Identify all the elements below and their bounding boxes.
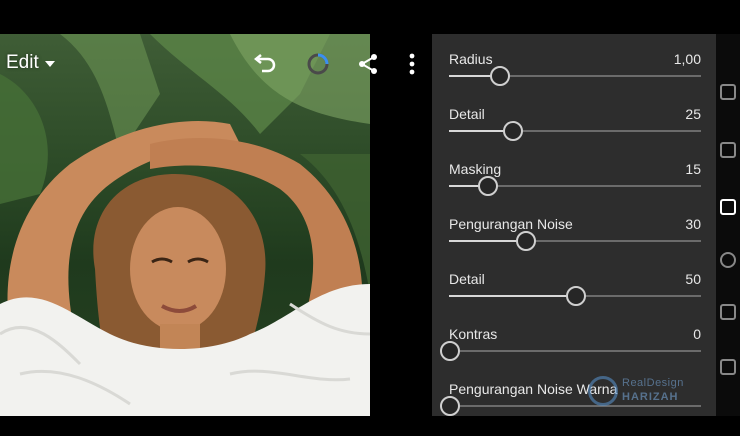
geometry-icon[interactable]	[720, 359, 736, 375]
slider-label: Kontras	[449, 326, 498, 342]
slider-label: Radius	[449, 51, 493, 67]
slider-thumb[interactable]	[516, 231, 536, 251]
slider-label: Detail	[449, 106, 485, 122]
watermark-mark-icon	[588, 376, 618, 406]
slider-row-noise-detail: Detail 50	[449, 271, 701, 326]
slider-fill	[449, 240, 525, 242]
edit-menu-label: Edit	[6, 52, 39, 73]
undo-icon[interactable]	[250, 50, 278, 78]
slider-row-contrast: Kontras 0	[440, 326, 701, 381]
detail-panel: Radius 1,00 Detail 25 Masking 15 Pengura…	[432, 34, 716, 416]
slider-value: 0	[693, 326, 701, 342]
slider-row-noise-reduction: Pengurangan Noise 30	[449, 216, 701, 271]
edit-menu-button[interactable]: Edit	[6, 52, 55, 74]
slider-row-masking: Masking 15	[449, 161, 701, 216]
slider-label: Pengurangan Noise	[449, 216, 573, 232]
slider-thumb[interactable]	[566, 286, 586, 306]
slider-track[interactable]	[449, 231, 701, 251]
tool-icon[interactable]	[720, 84, 736, 100]
slider-row-radius: Radius 1,00	[449, 51, 701, 106]
slider-track[interactable]	[449, 286, 701, 306]
share-icon[interactable]	[354, 50, 382, 78]
slider-value: 30	[685, 216, 701, 232]
loading-spinner-icon	[304, 50, 332, 78]
detail-tool-icon[interactable]	[720, 199, 736, 215]
slider-fill	[449, 295, 575, 297]
slider-row-detail: Detail 25	[449, 106, 701, 161]
slider-thumb[interactable]	[440, 396, 460, 416]
slider-thumb[interactable]	[440, 341, 460, 361]
slider-track[interactable]	[449, 121, 701, 141]
slider-thumb[interactable]	[503, 121, 523, 141]
tool-strip	[716, 34, 740, 416]
chevron-down-icon	[44, 61, 55, 67]
more-vertical-icon[interactable]	[398, 50, 426, 78]
slider-track[interactable]	[449, 66, 701, 86]
optics-icon[interactable]	[720, 304, 736, 320]
slider-track[interactable]	[440, 341, 701, 361]
slider-value: 1,00	[673, 51, 701, 67]
slider-track[interactable]	[449, 176, 701, 196]
slider-value: 50	[685, 271, 701, 287]
slider-label: Detail	[449, 271, 485, 287]
slider-thumb[interactable]	[490, 66, 510, 86]
slider-value: 15	[685, 161, 701, 177]
effects-icon[interactable]	[720, 252, 736, 268]
slider-thumb[interactable]	[478, 176, 498, 196]
slider-value: 25	[685, 106, 701, 122]
watermark-line1: RealDesign	[622, 377, 684, 389]
top-toolbar: Edit	[0, 34, 432, 94]
crop-icon[interactable]	[720, 142, 736, 158]
watermark-logo: RealDesign HARIZAH	[588, 374, 728, 410]
watermark-line2: HARIZAH	[622, 391, 679, 403]
slider-label: Masking	[449, 161, 502, 177]
